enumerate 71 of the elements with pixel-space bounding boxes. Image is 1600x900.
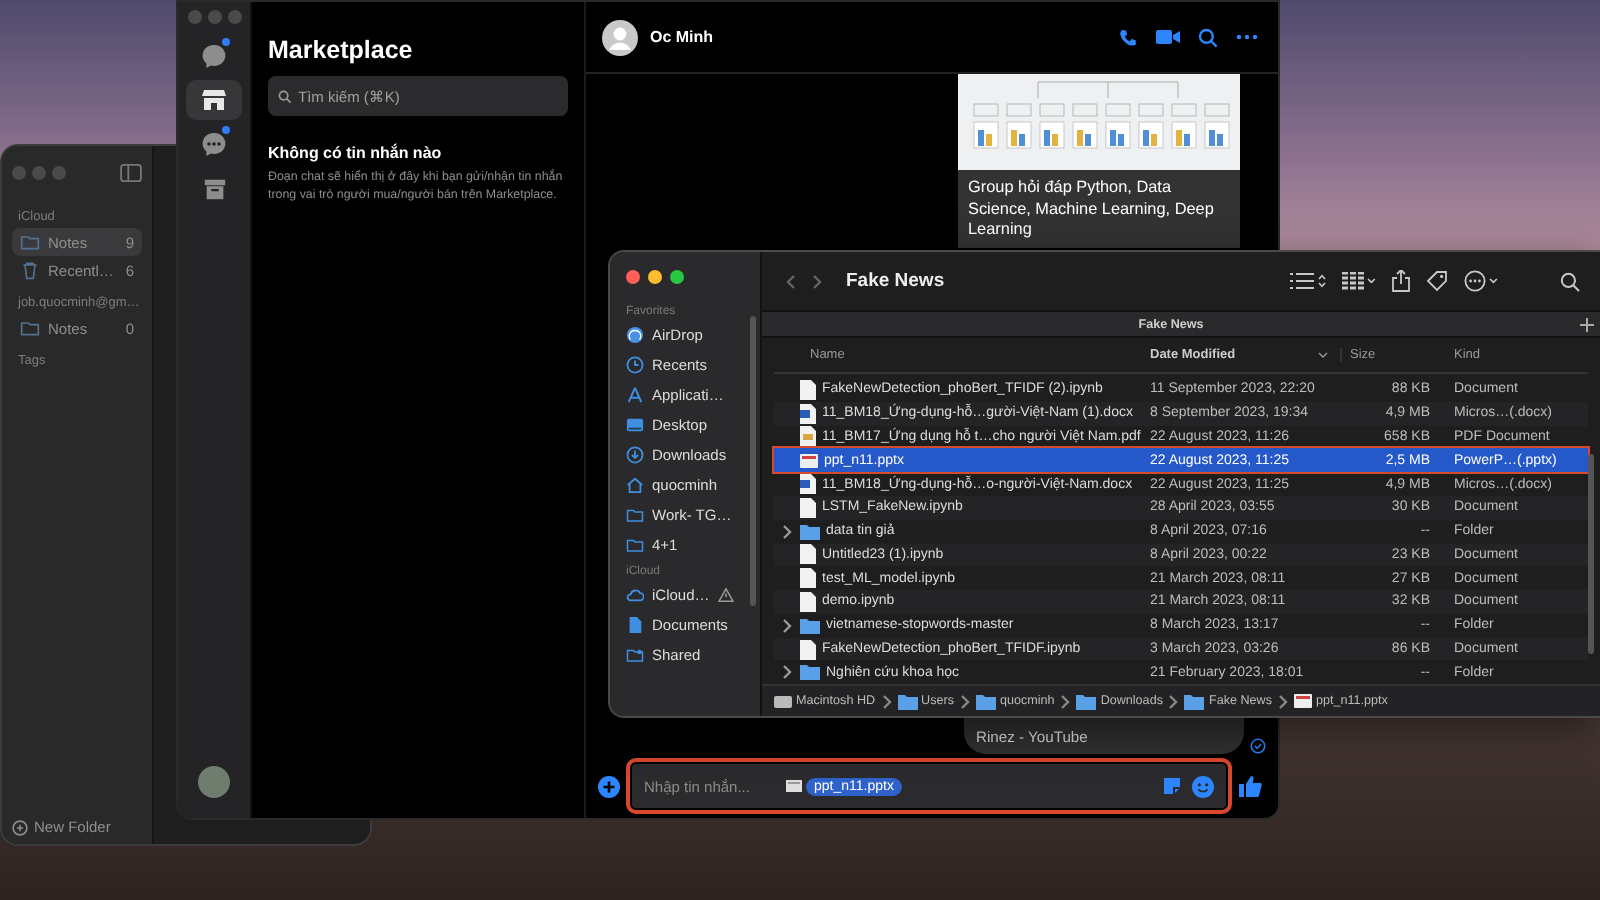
document-icon: [800, 379, 816, 400]
presentation-file-icon: [1293, 694, 1312, 709]
search-icon[interactable]: [1560, 271, 1580, 292]
home-icon: [626, 476, 644, 494]
link-preview-card[interactable]: Group hỏi đáp Python, Data Science, Machine Learning, Deep Learning: [958, 74, 1240, 248]
share-icon[interactable]: [1392, 270, 1410, 293]
emoji-icon[interactable]: [1192, 775, 1214, 797]
search-icon: [278, 90, 292, 104]
scrollbar[interactable]: [750, 316, 756, 606]
document-icon: [626, 616, 644, 634]
avatar-icon: [602, 19, 638, 55]
disclosure-icon: [782, 523, 792, 540]
sort-caret-icon[interactable]: [1318, 352, 1328, 359]
scrollbar[interactable]: [1588, 453, 1594, 654]
video-camera-icon[interactable]: [1156, 28, 1180, 46]
chat-dots-icon[interactable]: [200, 130, 228, 158]
shared-folder-icon: [626, 646, 644, 664]
archive-box-icon[interactable]: [201, 175, 227, 201]
chevron-right-icon: [1277, 693, 1288, 710]
chevron-right-icon: [960, 693, 970, 710]
empty-state-title: Không có tin nhắn nào: [268, 144, 444, 162]
word-document-icon: [800, 403, 816, 424]
more-options-icon[interactable]: [1464, 270, 1500, 293]
folder-icon: [897, 693, 918, 710]
sidebar-tab[interactable]: [186, 80, 242, 120]
plus-circle-icon[interactable]: [12, 819, 28, 835]
panel-title: Marketplace: [268, 36, 415, 64]
link-preview-title: Group hỏi đáp Python, Data Science, Machine Learning, Deep Learning: [966, 176, 1216, 243]
pdf-document-icon: [800, 426, 816, 447]
disclosure-icon: [782, 617, 792, 634]
search-icon[interactable]: [1198, 27, 1218, 47]
disclosure-icon: [782, 664, 792, 681]
plus-circle-icon[interactable]: [598, 775, 620, 797]
folder-icon: [20, 232, 40, 252]
more-options-icon[interactable]: [1236, 34, 1258, 40]
file-icon: [786, 780, 802, 792]
clock-icon: [626, 356, 644, 374]
document-icon: [800, 544, 816, 565]
list-view-icon[interactable]: [1290, 272, 1326, 291]
back-icon: [786, 273, 796, 290]
sticker-icon[interactable]: [1162, 776, 1182, 796]
cloud-icon: [626, 586, 644, 604]
storefront-icon[interactable]: [200, 86, 228, 114]
chat-bubble-icon[interactable]: [200, 42, 228, 70]
word-document-icon: [800, 474, 816, 494]
sidebar-toggle-icon[interactable]: [120, 163, 142, 181]
phone-icon[interactable]: [1118, 27, 1138, 47]
folder-icon: [1184, 693, 1205, 710]
apps-icon: [626, 386, 644, 404]
presentation-file-icon: [800, 453, 818, 468]
grid-view-icon[interactable]: [1342, 272, 1376, 291]
new-tab-icon[interactable]: [1580, 317, 1594, 332]
folder-icon: [20, 318, 40, 338]
contact-name: Oc Minh: [650, 28, 716, 46]
tag-icon[interactable]: [1426, 270, 1448, 293]
forward-icon: [812, 273, 822, 290]
check-circle-icon: [1250, 738, 1266, 754]
desktop-icon: [626, 416, 644, 434]
chevron-right-icon: [1168, 693, 1179, 710]
thumbs-up-icon[interactable]: [1238, 774, 1262, 798]
chevron-right-icon: [1060, 693, 1071, 710]
window-title: Fake News: [846, 270, 947, 293]
download-icon: [626, 446, 644, 464]
profile-photo[interactable]: [198, 766, 230, 798]
folder-icon: [976, 693, 996, 710]
chevron-right-icon: [881, 693, 892, 710]
document-icon: [800, 639, 816, 660]
trash-icon: [20, 260, 40, 280]
folder-icon: [1076, 693, 1097, 710]
document-icon: [800, 497, 816, 518]
airdrop-icon: [626, 326, 644, 344]
